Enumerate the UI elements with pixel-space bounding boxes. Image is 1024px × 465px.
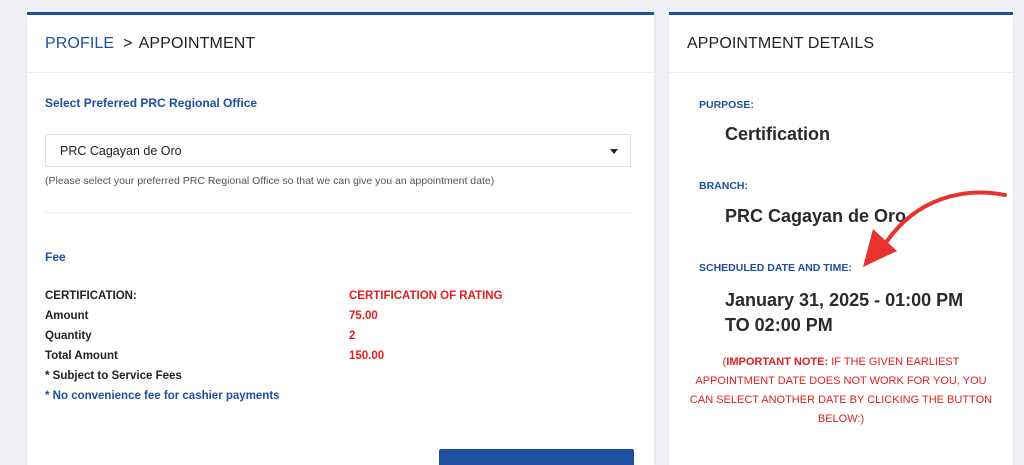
breadcrumb: PROFILE > APPOINTMENT (27, 15, 654, 73)
curved-arrow-icon (863, 190, 1007, 267)
fee-label-amount: Amount (45, 310, 89, 322)
fee-label-total: Total Amount (45, 350, 118, 362)
breadcrumb-separator: > (123, 34, 133, 52)
fee-value-total: 150.00 (349, 350, 385, 362)
purpose-value: Certification (725, 124, 831, 144)
caret-down-icon (610, 149, 618, 154)
fee-value-certification: CERTIFICATION OF RATING (349, 290, 503, 302)
fee-title: Fee (45, 250, 66, 264)
appointment-form-card: PROFILE > APPOINTMENT Select Preferred P… (27, 12, 654, 465)
regional-office-select[interactable]: PRC Cagayan de Oro (45, 134, 631, 167)
submit-button[interactable] (439, 449, 634, 465)
purpose-label: PURPOSE: (699, 99, 754, 111)
branch-label: BRANCH: (699, 180, 748, 192)
fee-value-amount: 75.00 (349, 310, 378, 322)
fee-label-certification: CERTIFICATION: (45, 290, 137, 302)
schedule-label: SCHEDULED DATE AND TIME: (699, 262, 852, 274)
details-title: APPOINTMENT DETAILS (669, 15, 1013, 73)
schedule-value: January 31, 2025 - 01:00 PM TO 02:00 PM (725, 290, 964, 335)
note-bold: IMPORTANT NOTE: (726, 356, 829, 368)
office-select-title: Select Preferred PRC Regional Office (45, 96, 258, 110)
fee-value-quantity: 2 (349, 330, 356, 342)
arrow-shaft (881, 190, 1007, 249)
breadcrumb-current: APPOINTMENT (138, 34, 256, 52)
fee-label-quantity: Quantity (45, 330, 92, 342)
regional-office-selected-value: PRC Cagayan de Oro (60, 143, 182, 158)
cashier-fee-note: * No convenience fee for cashier payment… (45, 390, 280, 402)
breadcrumb-profile-link[interactable]: PROFILE (45, 35, 114, 53)
service-fee-note: * Subject to Service Fees (45, 370, 182, 382)
section-divider (45, 212, 631, 213)
important-note: (IMPORTANT NOTE: IF THE GIVEN EARLIEST A… (683, 353, 999, 429)
office-select-help: (Please select your preferred PRC Region… (45, 175, 495, 187)
